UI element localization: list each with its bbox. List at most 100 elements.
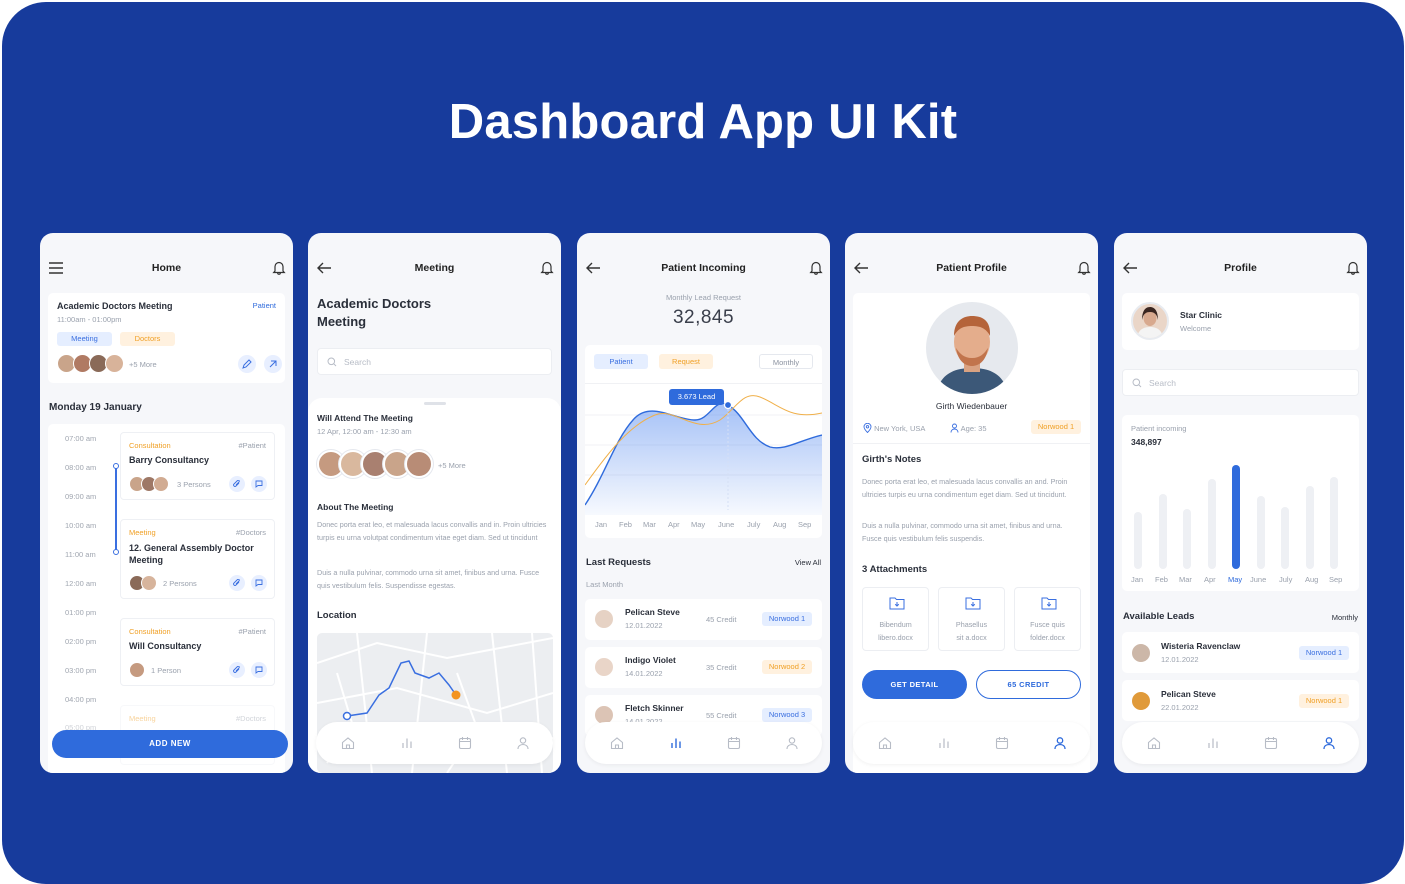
calendar-icon[interactable] [1264, 736, 1278, 750]
search-input[interactable]: Search [1122, 369, 1359, 396]
about-title: About The Meeting [317, 502, 394, 512]
home-icon[interactable] [610, 736, 624, 750]
divider [585, 383, 822, 384]
lead-value: 32,845 [672, 307, 735, 328]
search-input[interactable]: Search [317, 348, 552, 375]
add-new-button[interactable]: ADD NEW [52, 730, 288, 758]
lead-row[interactable]: Pelican Steve 22.01.2022 Norwood 1 [1122, 680, 1359, 721]
phone-profile: Profile Star Clinic Welcome Search Patie… [1114, 233, 1367, 773]
user-icon[interactable] [1322, 736, 1336, 750]
chat-icon [255, 480, 263, 488]
month-label: Apr [668, 520, 680, 529]
person-portrait [936, 316, 1008, 394]
home-icon[interactable] [878, 736, 892, 750]
paperclip-icon [233, 666, 240, 673]
chart-icon[interactable] [937, 736, 951, 750]
month-label: June [1250, 575, 1267, 584]
chart-icon[interactable] [669, 736, 683, 750]
chart-bar [1330, 477, 1338, 569]
person-icon [950, 423, 959, 433]
attachment-tile[interactable]: Bibendum libero.docx [862, 587, 929, 651]
month-label: Sep [1329, 575, 1343, 584]
time-label: 09:00 am [65, 492, 97, 501]
bell-icon[interactable] [1077, 260, 1091, 275]
chart-icon[interactable] [1206, 736, 1220, 750]
time-label: 11:00 am [65, 550, 96, 559]
month-label: Mar [643, 520, 656, 529]
attach-button[interactable] [229, 476, 245, 492]
event-card[interactable]: Consultation #Patient Will Consultancy 1… [120, 618, 275, 686]
bell-icon[interactable] [809, 260, 823, 275]
bell-icon[interactable] [1346, 260, 1360, 275]
bottom-nav [1122, 722, 1359, 764]
request-row[interactable]: Indigo Violet 14.01.2022 35 Credit Norwo… [585, 647, 822, 688]
request-row[interactable]: Pelican Steve 12.01.2022 45 Credit Norwo… [585, 599, 822, 640]
chat-button[interactable] [251, 476, 267, 492]
open-button[interactable] [264, 355, 282, 373]
credit-button[interactable]: 65 CREDIT [976, 670, 1081, 699]
event-type: Consultation [129, 441, 171, 450]
timeline-panel: 07:00 am 08:00 am 09:00 am 10:00 am 11:0… [48, 424, 285, 773]
time-label: 12:00 am [65, 579, 97, 588]
phone-patient-profile: Patient Profile Girth Wiedenbauer New Yo… [845, 233, 1098, 773]
edit-button[interactable] [238, 355, 256, 373]
chart-icon[interactable] [400, 736, 414, 750]
avatar [129, 662, 145, 678]
user-icon[interactable] [785, 736, 799, 750]
request-tag: Norwood 2 [762, 660, 812, 674]
meeting-card[interactable]: Academic Doctors Meeting Patient 11:00am… [48, 293, 285, 383]
bell-icon[interactable] [272, 260, 286, 275]
meeting-time: 11:00am - 01:00pm [57, 315, 122, 324]
bar-chart [1122, 465, 1359, 569]
home-icon[interactable] [341, 736, 355, 750]
lead-row[interactable]: Wisteria Ravenclaw 12.01.2022 Norwood 1 [1122, 632, 1359, 673]
bell-icon[interactable] [540, 260, 554, 275]
page-title: Dashboard App UI Kit [448, 95, 958, 149]
meeting-badge: Meeting [57, 332, 112, 346]
welcome-text: Welcome [1180, 324, 1212, 333]
calendar-icon[interactable] [727, 736, 741, 750]
screen-title: Profile [1224, 262, 1257, 274]
patient-location: New York, USA [863, 422, 925, 434]
home-icon[interactable] [1147, 736, 1161, 750]
top-bar: Meeting [308, 233, 561, 289]
calendar-icon[interactable] [995, 736, 1009, 750]
arrow-up-right-icon [269, 360, 277, 368]
sheet-handle[interactable] [424, 402, 446, 405]
clinic-card[interactable]: Star Clinic Welcome [1122, 293, 1359, 350]
request-tab[interactable]: Request [659, 354, 713, 369]
search-placeholder: Search [1149, 378, 1176, 388]
canvas-background: Dashboard App UI Kit Home Academic Docto… [2, 2, 1404, 884]
calendar-icon[interactable] [458, 736, 472, 750]
attend-title: Will Attend The Meeting [317, 413, 413, 423]
attach-button[interactable] [229, 662, 245, 678]
event-persons: 3 Persons [177, 480, 211, 489]
chart-bar [1134, 512, 1142, 569]
view-all-link[interactable]: View All [795, 558, 821, 567]
get-detail-button[interactable]: GET DETAIL [862, 670, 967, 699]
event-card[interactable]: Consultation #Patient Barry Consultancy … [120, 432, 275, 500]
lead-tag: Norwood 1 [1299, 694, 1349, 708]
attach-button[interactable] [229, 575, 245, 591]
time-label: 02:00 pm [65, 637, 97, 646]
period-select[interactable]: Monthly [1332, 613, 1358, 622]
event-card[interactable]: Meeting #Doctors 12. General Assembly Do… [120, 519, 275, 599]
period-select[interactable]: Monthly [759, 354, 813, 369]
user-icon[interactable] [516, 736, 530, 750]
request-date: 12.01.2022 [625, 621, 663, 630]
user-icon[interactable] [1053, 736, 1067, 750]
attachment-tile[interactable]: Fusce quis folder.docx [1014, 587, 1081, 651]
notes-title: Girth's Notes [862, 454, 922, 465]
attachment-tile[interactable]: Phasellus sit a.docx [938, 587, 1005, 651]
chat-button[interactable] [251, 662, 267, 678]
time-label: 10:00 am [65, 521, 97, 530]
incoming-value: 348,897 [1131, 437, 1162, 447]
month-label: Apr [1204, 575, 1216, 584]
meeting-tag: Patient [252, 301, 276, 310]
bottom-nav [585, 722, 822, 764]
chat-button[interactable] [251, 575, 267, 591]
location-title: Location [317, 610, 357, 621]
time-label: 08:00 am [65, 463, 97, 472]
about-paragraph: Donec porta erat leo, et malesuada lacus… [317, 520, 547, 542]
patient-tab[interactable]: Patient [594, 354, 648, 369]
